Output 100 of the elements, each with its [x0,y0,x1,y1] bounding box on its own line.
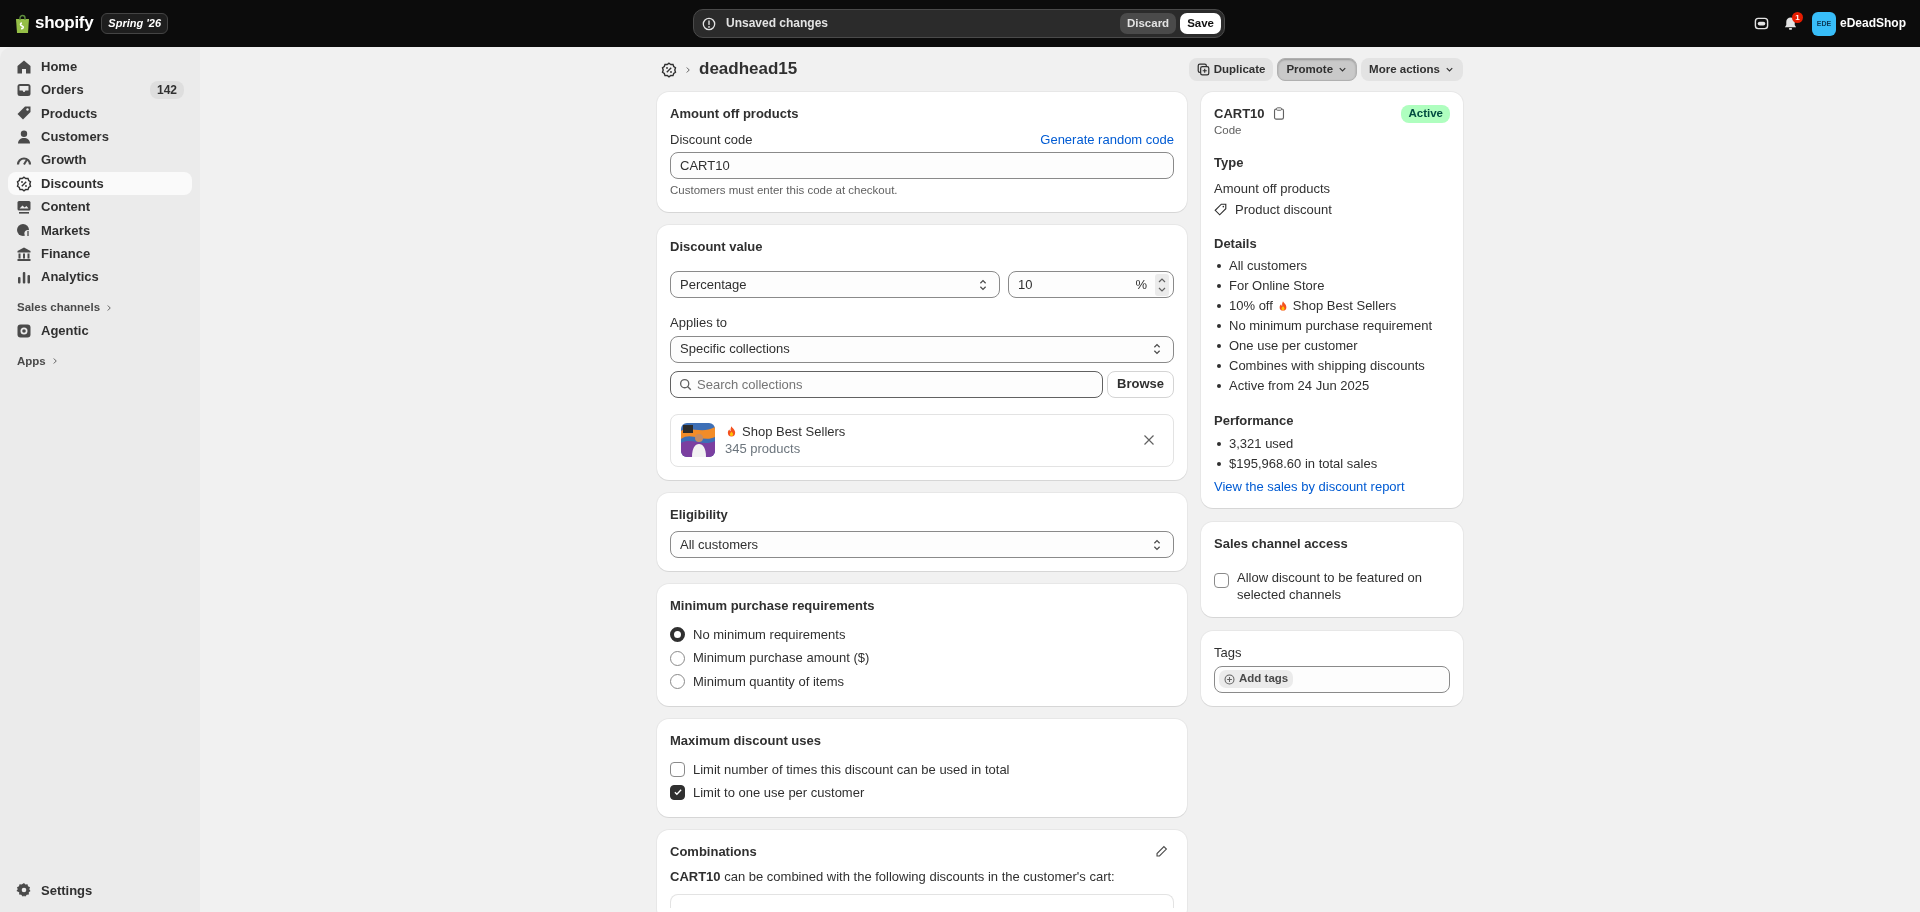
settings-item[interactable]: Settings [8,878,192,902]
detail-text: Combines with shipping discounts [1229,357,1425,376]
page-title: deadhead15 [699,58,798,81]
report-link[interactable]: View the sales by discount report [1214,477,1405,496]
section-header[interactable]: Apps [8,350,192,373]
logo-text[interactable]: shopify [35,12,94,35]
nav-item[interactable]: Content [8,195,192,219]
field-label: Applies to [670,314,729,332]
nav-item[interactable]: Products [8,101,192,126]
promote-button[interactable]: Promote [1277,58,1358,81]
product-count: 345 products [725,440,802,458]
checkbox-option[interactable]: Limit to one use per customer [670,780,1174,804]
duplicate-icon [1196,63,1210,76]
nav-item[interactable]: Agentic [8,318,192,343]
tag-icon [16,105,32,122]
nav-item[interactable]: Discounts [8,171,192,196]
notification-badge: 1 [1792,12,1803,23]
radio-option[interactable]: No minimum requirements [670,622,1174,647]
bullet-icon [1217,264,1221,269]
discount-icon[interactable] [661,61,677,78]
bullet-icon [1217,461,1221,466]
card-title: Maximum discount uses [670,732,822,750]
nav-item[interactable]: Analytics [8,265,192,289]
image-icon [16,199,32,216]
bullet-icon [1217,284,1221,289]
radio-option[interactable]: Minimum purchase amount ($) [670,646,1174,670]
shopping-bag-icon[interactable] [14,13,31,34]
nav-item[interactable]: Customers [8,125,192,149]
type-value: Amount off products [1214,179,1332,198]
type-kind: Product discount [1235,201,1332,219]
radio-button[interactable] [670,674,685,690]
card-title: Sales channel access [1214,535,1349,553]
check-icon [672,787,683,798]
radio-button[interactable] [670,627,685,643]
detail-text: Active from 24 Jun 2025 [1229,377,1370,396]
nav-item[interactable]: Finance [8,242,192,266]
person-icon [16,128,32,145]
stepper-icon[interactable] [1155,273,1169,296]
pencil-icon[interactable] [1155,845,1168,859]
radio-option[interactable]: Minimum quantity of items [670,669,1174,694]
detail-text: 10% off [1229,297,1273,316]
save-button[interactable]: Save [1180,12,1221,35]
bullet-icon [1217,344,1221,349]
store-name[interactable]: eDeadShop [1840,15,1906,32]
plus-circle-icon [1224,673,1235,685]
detail-text: No minimum purchase requirement [1229,317,1433,336]
card-title: Discount value [670,237,764,256]
nav-item[interactable]: Markets [8,218,192,243]
checkbox[interactable] [1214,572,1229,588]
section-heading: Details [1214,234,1258,253]
duplicate-button[interactable]: Duplicate [1188,58,1274,81]
field-label: Discount code [670,130,753,149]
bullet-icon [1217,384,1221,389]
clipboard-icon[interactable] [1272,107,1285,121]
applies-select[interactable]: Specific collections [670,335,1174,363]
edition-badge: Spring '26 [101,13,169,34]
more-actions-button[interactable]: More actions [1361,58,1463,81]
close-icon[interactable] [1143,434,1155,447]
browse-button[interactable]: Browse [1107,370,1174,398]
detail-text: Shop Best Sellers [1292,297,1397,316]
performance-text: 3,321 used [1229,434,1294,453]
amount-field[interactable]: 10 % [1008,271,1174,299]
performance-text: $195,968.60 in total sales [1229,454,1378,473]
generate-code-link[interactable]: Generate random code [1040,130,1174,149]
tag-icon [1214,203,1227,217]
section-heading: Performance [1214,412,1295,430]
card-title: Minimum purchase requirements [670,597,876,615]
bullet-icon [1217,304,1221,309]
eligibility-select[interactable]: All customers [670,531,1174,559]
detail-text: All customers [1229,257,1308,276]
tags-field[interactable]: Add tags [1214,665,1450,693]
code-input[interactable]: CART10 [670,152,1174,180]
add-tags-button[interactable]: Add tags [1219,670,1294,688]
checkbox[interactable] [670,761,685,777]
card-title: Eligibility [670,505,729,524]
info-icon [702,16,716,31]
card-title: Tags [1214,644,1243,662]
discard-button[interactable]: Discard [1119,12,1177,35]
bullet-icon [1217,441,1221,446]
card-title: Combinations [670,842,757,861]
section-header[interactable]: Sales channels [8,296,192,319]
bank-icon [16,245,32,262]
status-badge: Active [1401,105,1450,123]
bullet-icon [1217,324,1221,329]
flame-icon [725,424,738,438]
type-select[interactable]: Percentage [670,271,1000,299]
section-heading: Type [1214,154,1245,172]
home-icon [16,58,32,75]
nav-item[interactable]: Orders 142 [8,78,192,102]
nav-item[interactable]: Growth [8,148,192,172]
inbox-icon [16,82,32,99]
checkbox-option[interactable]: Limit number of times this discount can be used in total [670,757,1174,781]
search-field[interactable]: Search collections [670,370,1104,398]
discount-icon [16,175,32,192]
nav-item[interactable]: Home [8,55,192,79]
code-caption: Code [1214,122,1243,138]
checkbox[interactable] [670,784,685,800]
checkbox-option[interactable]: Allow discount to be featured on selected channels [1214,568,1450,604]
radio-button[interactable] [670,650,685,666]
card-title: Amount off products [670,105,800,123]
